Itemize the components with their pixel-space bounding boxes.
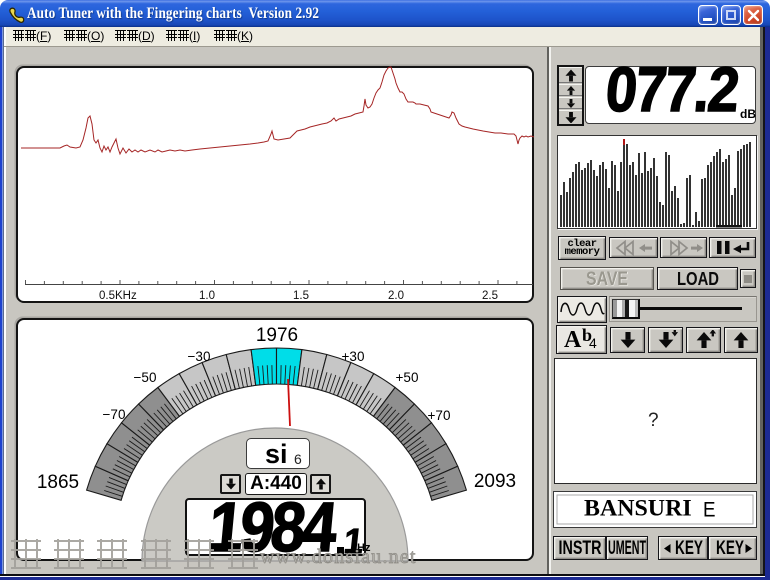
svg-text:UMENT: UMENT <box>608 539 646 557</box>
svg-text:KEY: KEY <box>675 539 703 557</box>
svg-text:KEY: KEY <box>716 539 744 557</box>
svg-text:SAVE: SAVE <box>586 269 628 289</box>
svg-text:INSTR: INSTR <box>558 539 601 557</box>
svg-text:LOAD: LOAD <box>677 269 719 289</box>
